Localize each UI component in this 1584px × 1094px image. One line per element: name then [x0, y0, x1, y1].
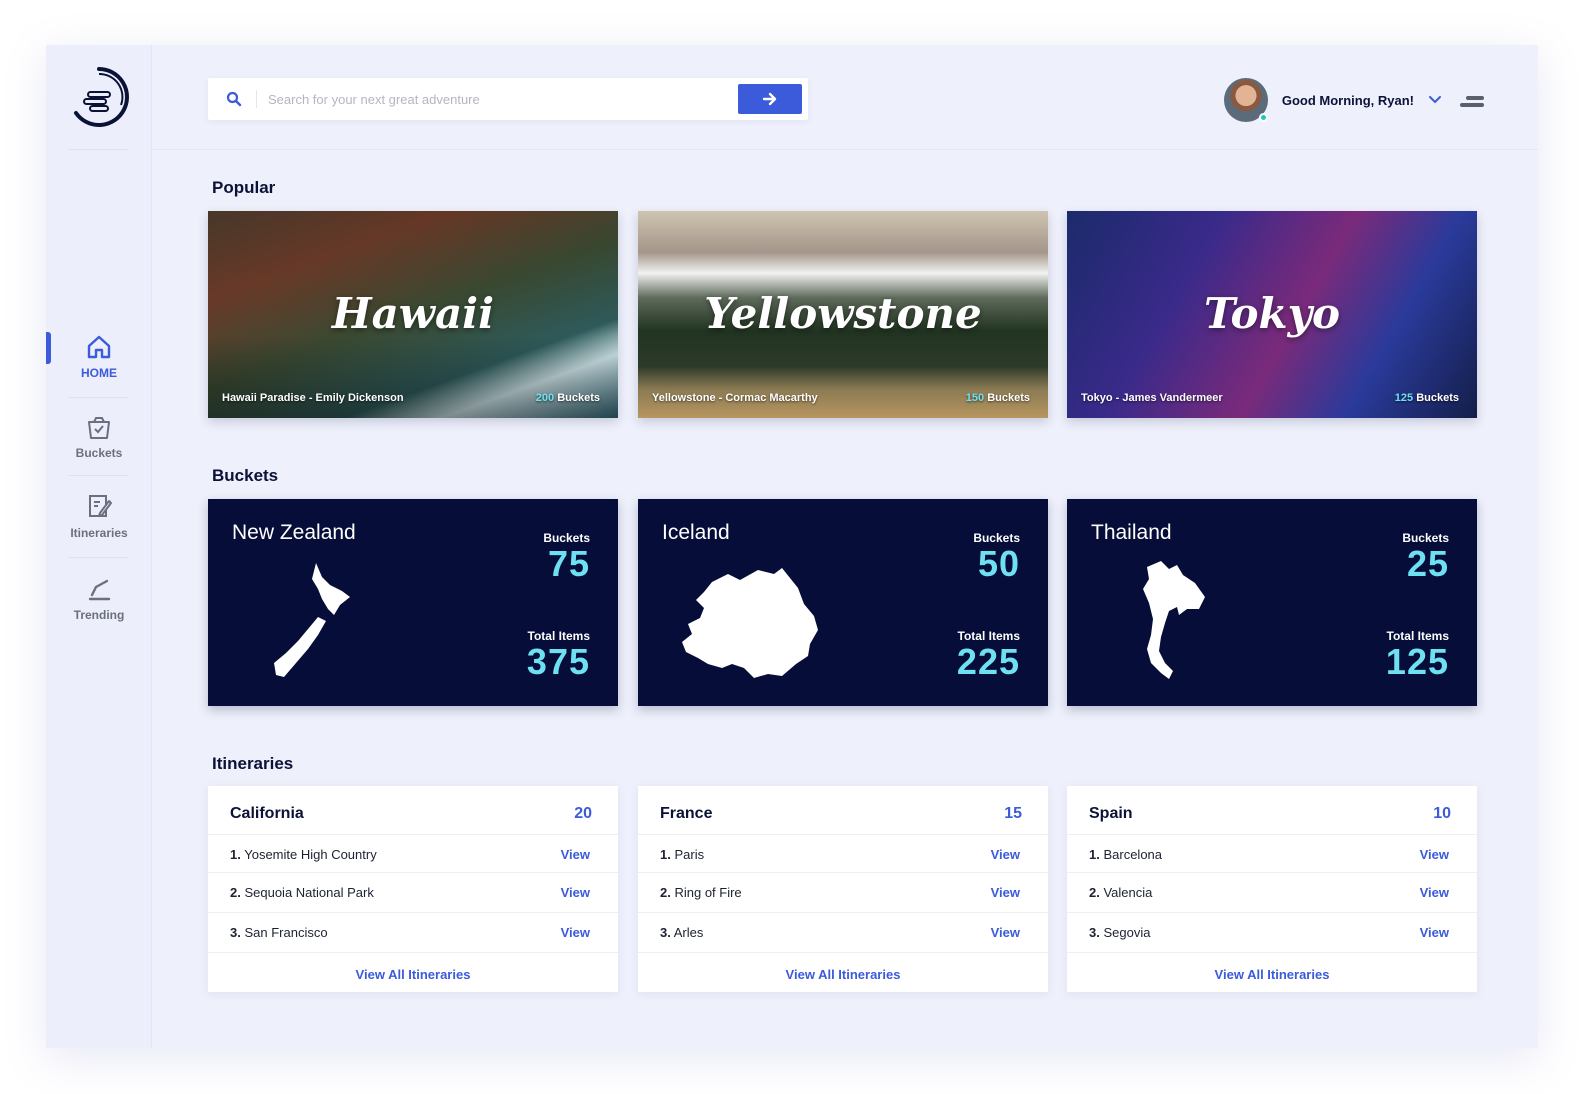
itinerary-row: 1. Barcelona View	[1067, 834, 1477, 874]
itinerary-row: 2. Sequoia National Park View	[208, 872, 618, 912]
bucket-card-iceland[interactable]: Iceland Buckets 50 Total Items 225	[638, 499, 1048, 706]
online-status-dot	[1258, 113, 1268, 122]
itinerary-row: 3. Segovia View	[1067, 912, 1477, 952]
itinerary-row: 2. Ring of Fire View	[638, 872, 1048, 912]
popular-card-caption: Tokyo - James Vandermeer	[1081, 392, 1223, 404]
itinerary-card-title: Spain	[1089, 805, 1133, 822]
main-content: Popular Hawaii Hawaii Paradise - Emily D…	[152, 150, 1538, 1048]
search-divider	[256, 90, 257, 108]
total-items-value: 125	[1385, 641, 1449, 682]
home-icon	[87, 335, 111, 359]
itinerary-card-france: France 15 1. Paris View 2. Ring of Fire …	[638, 786, 1048, 992]
avatar[interactable]	[1223, 78, 1268, 122]
section-title-popular: Popular	[212, 178, 276, 197]
popular-card-title: Yellowstone	[704, 289, 982, 338]
thailand-map-icon	[1143, 561, 1205, 679]
logo-icon	[74, 67, 129, 127]
iceland-map-icon	[682, 568, 818, 678]
bucket-card-new-zealand[interactable]: New Zealand Buckets 75 Total Items 375	[208, 499, 618, 706]
app-window: HOME Buckets Itineraries Trending Search…	[46, 45, 1538, 1048]
itinerary-card-california: California 20 1. Yosemite High Country V…	[208, 786, 618, 992]
sidebar-item-label: HOME	[81, 366, 117, 380]
itinerary-card-title: California	[230, 805, 304, 822]
itinerary-divider	[208, 952, 618, 953]
section-title-itineraries: Itineraries	[212, 754, 294, 773]
itinerary-row: 1. Yosemite High Country View	[208, 834, 618, 874]
popular-card-title: Hawaii	[331, 289, 495, 338]
user-menu[interactable]: Good Morning, Ryan!	[1223, 77, 1442, 123]
itinerary-card-count: 10	[1433, 805, 1451, 822]
view-link[interactable]: View	[991, 885, 1020, 900]
sidebar-item-home[interactable]: HOME	[46, 333, 152, 380]
view-link[interactable]: View	[1420, 847, 1449, 862]
sidebar: HOME Buckets Itineraries Trending	[46, 45, 152, 1048]
section-title-buckets: Buckets	[212, 466, 279, 485]
itinerary-card-spain: Spain 10 1. Barcelona View 2. Valencia V…	[1067, 786, 1477, 992]
sidebar-item-itineraries[interactable]: Itineraries	[46, 493, 152, 540]
sidebar-item-label: Trending	[73, 608, 125, 622]
sidebar-item-trending[interactable]: Trending	[46, 575, 152, 622]
view-link[interactable]: View	[1420, 925, 1449, 940]
search-icon	[226, 91, 242, 107]
sidebar-item-label: Buckets	[75, 446, 123, 460]
itinerary-divider	[638, 952, 1048, 953]
greeting-text: Good Morning, Ryan!	[1281, 92, 1414, 108]
popular-card-title: Tokyo	[1204, 289, 1340, 338]
sidebar-divider	[68, 149, 128, 150]
bucket-card-thailand[interactable]: Thailand Buckets 25 Total Items 125	[1067, 499, 1477, 706]
view-all-itineraries-link[interactable]: View All Itineraries	[638, 967, 1048, 982]
view-link[interactable]: View	[991, 847, 1020, 862]
view-link[interactable]: View	[1420, 885, 1449, 900]
popular-card-tokyo[interactable]: Tokyo Tokyo - James Vandermeer 125 Bucke…	[1067, 211, 1477, 418]
buckets-value: 75	[547, 543, 590, 584]
buckets-value: 50	[977, 543, 1020, 584]
logo[interactable]	[68, 65, 130, 131]
itinerary-card-count: 15	[1004, 805, 1022, 822]
view-link[interactable]: View	[561, 885, 590, 900]
itinerary-card-title: France	[660, 805, 713, 822]
new-zealand-map-icon	[274, 563, 350, 677]
bucket-card-name: Iceland	[662, 521, 730, 544]
bucket-card-name: Thailand	[1091, 521, 1172, 544]
search-input[interactable]	[268, 86, 728, 112]
basket-icon	[88, 417, 110, 439]
sidebar-item-label: Itineraries	[70, 526, 128, 540]
popular-card-hawaii[interactable]: Hawaii Hawaii Paradise - Emily Dickenson…	[208, 211, 618, 418]
popular-card-count: 150 Buckets	[965, 392, 1030, 404]
popular-card-count: 125 Buckets	[1394, 392, 1459, 404]
view-link[interactable]: View	[561, 925, 590, 940]
itinerary-card-count: 20	[574, 805, 592, 822]
total-items-value: 225	[956, 641, 1020, 682]
bucket-card-name: New Zealand	[232, 521, 356, 544]
search-submit-button[interactable]	[738, 84, 802, 114]
sidebar-divider	[68, 557, 128, 558]
itinerary-row: 3. San Francisco View	[208, 912, 618, 952]
menu-icon[interactable]	[1460, 95, 1484, 109]
view-link[interactable]: View	[991, 925, 1020, 940]
itinerary-divider	[1067, 952, 1477, 953]
top-bar: Good Morning, Ryan!	[152, 45, 1538, 150]
chevron-down-icon[interactable]	[1428, 95, 1442, 105]
arrow-right-icon	[762, 92, 777, 106]
popular-card-caption: Hawaii Paradise - Emily Dickenson	[222, 392, 404, 404]
view-link[interactable]: View	[561, 847, 590, 862]
trending-icon	[88, 579, 111, 601]
total-items-value: 375	[526, 641, 590, 682]
itinerary-row: 2. Valencia View	[1067, 872, 1477, 912]
buckets-value: 25	[1406, 543, 1449, 584]
itinerary-row: 1. Paris View	[638, 834, 1048, 874]
notepad-icon	[89, 495, 112, 517]
view-all-itineraries-link[interactable]: View All Itineraries	[208, 967, 618, 982]
view-all-itineraries-link[interactable]: View All Itineraries	[1067, 967, 1477, 982]
sidebar-divider	[68, 397, 128, 398]
popular-card-yellowstone[interactable]: Yellowstone Yellowstone - Cormac Macarth…	[638, 211, 1048, 418]
sidebar-divider	[68, 475, 128, 476]
itinerary-row: 3. Arles View	[638, 912, 1048, 952]
search-bar	[208, 78, 808, 120]
sidebar-item-buckets[interactable]: Buckets	[46, 415, 152, 460]
popular-card-caption: Yellowstone - Cormac Macarthy	[652, 392, 818, 404]
popular-card-count: 200 Buckets	[535, 392, 600, 404]
